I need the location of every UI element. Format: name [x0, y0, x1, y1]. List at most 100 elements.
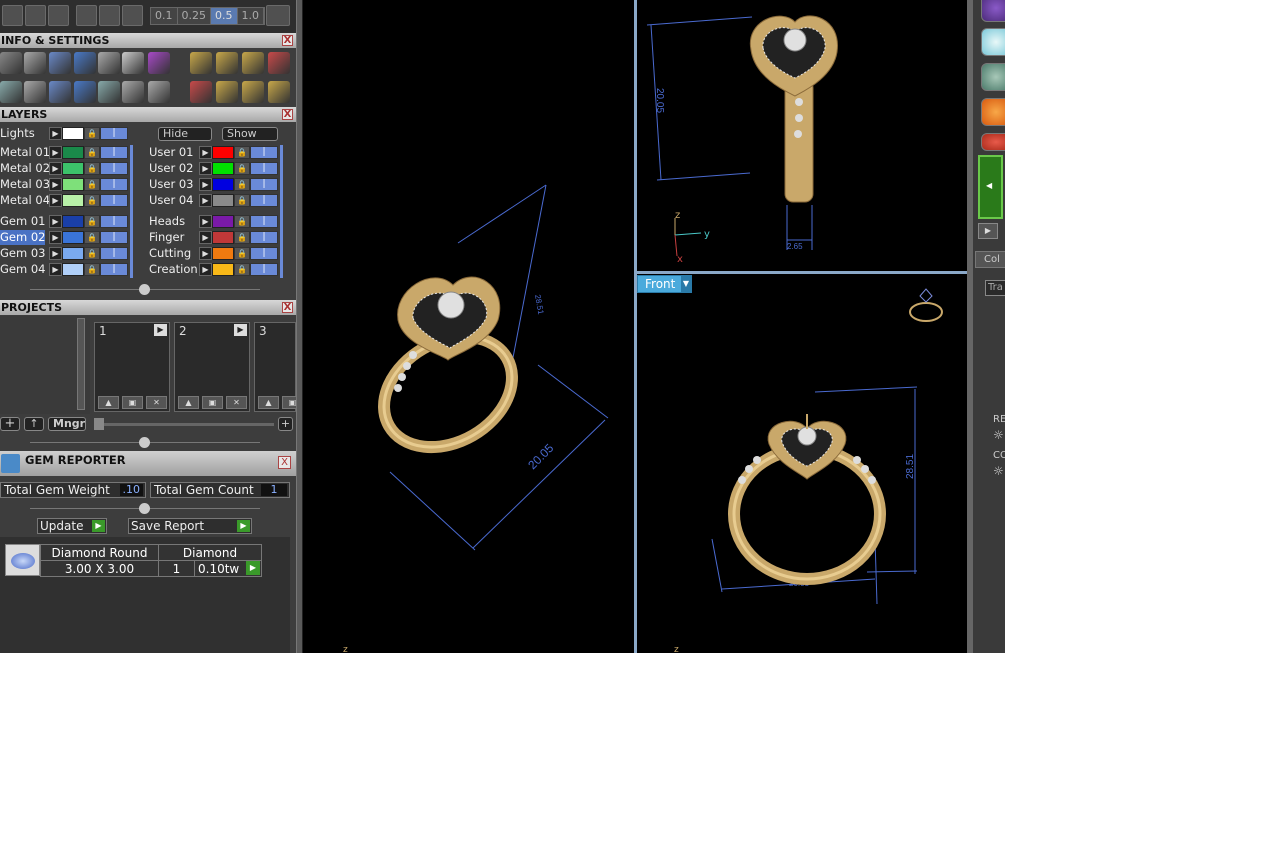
hide-button[interactable]: Hide [158, 127, 212, 141]
lock-icon[interactable]: 🔒 [84, 178, 100, 191]
upload-icon[interactable]: ▲ [258, 396, 279, 409]
visibility-toggle[interactable]: | [250, 162, 278, 175]
material-swatch-orange[interactable] [981, 98, 1005, 126]
layer-color-swatch[interactable] [212, 178, 234, 191]
projects-close-button[interactable]: X [282, 302, 293, 313]
grid-view-icon[interactable] [2, 5, 23, 26]
cube-icon[interactable] [74, 52, 96, 74]
layer-row[interactable]: Metal 01 ▶ 🔒 | [0, 145, 145, 160]
layers-icon[interactable] [49, 52, 71, 74]
pen-tool-icon[interactable] [48, 5, 69, 26]
zoom-0.5[interactable]: 0.5 [211, 8, 238, 24]
visibility-toggle[interactable]: | [100, 231, 128, 244]
expand-arrow-icon[interactable]: ▶ [49, 178, 62, 191]
move-up-button[interactable]: ↑ [24, 417, 44, 431]
snap-icon[interactable] [76, 5, 97, 26]
layer-row[interactable]: Finger ▶ 🔒 | [149, 230, 294, 245]
collapse-handle-icon[interactable] [139, 437, 150, 448]
projects-slider[interactable] [94, 423, 274, 426]
gem-icon[interactable] [148, 52, 170, 74]
play-arrow-icon[interactable]: ▶ [978, 223, 998, 239]
filter-icon[interactable] [98, 81, 120, 103]
layer-color-swatch[interactable] [62, 231, 84, 244]
play-arrow-icon[interactable]: ▶ [234, 324, 247, 336]
layer-row[interactable]: Heads ▶ 🔒 | [149, 214, 294, 229]
layer-color-swatch[interactable] [212, 194, 234, 207]
chevron-down-icon[interactable]: ▼ [681, 276, 691, 292]
add-project-button[interactable]: + [0, 417, 20, 431]
upload-icon[interactable]: ▲ [178, 396, 199, 409]
layer-row[interactable]: User 02 ▶ 🔒 | [149, 161, 294, 176]
visibility-toggle[interactable]: | [250, 194, 278, 207]
layer-row[interactable]: User 03 ▶ 🔒 | [149, 177, 294, 192]
monitor-icon[interactable] [24, 81, 46, 103]
lock-icon[interactable]: 🔒 [84, 263, 100, 276]
visibility-toggle[interactable]: | [100, 162, 128, 175]
tra-field[interactable]: Tra [985, 280, 1005, 296]
layer-color-swatch[interactable] [212, 215, 234, 228]
expand-arrow-icon[interactable]: ▶ [49, 247, 62, 260]
expand-arrow-icon[interactable]: ▶ [199, 215, 212, 228]
zoom-0.25[interactable]: 0.25 [177, 8, 211, 24]
expand-arrow-icon[interactable]: ▶ [199, 178, 212, 191]
update-button[interactable]: Update ▶ [37, 518, 107, 534]
lock-icon[interactable]: 🔒 [234, 247, 250, 260]
sun-icon[interactable]: ☼ [993, 464, 1004, 478]
expand-arrow-icon[interactable]: ▶ [199, 194, 212, 207]
lock-icon[interactable]: 🔒 [84, 194, 100, 207]
show-button[interactable]: Show [222, 127, 278, 141]
visibility-toggle[interactable]: | [250, 215, 278, 228]
front-viewport[interactable]: Front ▼ 28.51 20.05 z [637, 274, 967, 653]
visibility-toggle[interactable]: | [250, 178, 278, 191]
expand-panel-button[interactable]: ◀ [978, 155, 1003, 219]
material-swatch-diamond[interactable] [981, 28, 1005, 56]
lock-icon[interactable]: 🔒 [234, 162, 250, 175]
layer-row[interactable]: Gem 04 ▶ 🔒 | [0, 262, 145, 277]
collapse-handle-icon[interactable] [139, 284, 150, 295]
lights-swatch[interactable] [62, 127, 84, 140]
transform-icon[interactable] [190, 81, 212, 103]
visibility-toggle[interactable]: | [100, 215, 128, 228]
layer-color-swatch[interactable] [212, 162, 234, 175]
zoom-0.1[interactable]: 0.1 [151, 8, 178, 24]
cube-view-icon[interactable] [25, 5, 46, 26]
expand-arrow-icon[interactable]: ▶ [49, 215, 62, 228]
projects-slider-thumb[interactable] [94, 418, 104, 430]
zoom-plus-button[interactable]: + [278, 417, 293, 431]
visibility-toggle[interactable]: | [100, 178, 128, 191]
lock-icon[interactable]: 🔒 [234, 231, 250, 244]
visibility-toggle[interactable]: | [100, 247, 128, 260]
collapse-handle-icon[interactable] [139, 503, 150, 514]
frame-icon[interactable] [216, 52, 238, 74]
expand-arrow-icon[interactable]: ▶ [49, 231, 62, 244]
expand-arrow-icon[interactable]: ▶ [49, 162, 62, 175]
ring-model-perspective[interactable] [364, 276, 532, 469]
search-icon[interactable] [24, 52, 46, 74]
lock-icon[interactable]: 🔒 [84, 162, 100, 175]
lock-icon[interactable]: 🔒 [234, 263, 250, 276]
layer-color-swatch[interactable] [212, 247, 234, 260]
frame-icon[interactable] [242, 52, 264, 74]
panel-separator[interactable] [296, 0, 303, 653]
play-arrow-icon[interactable]: ▶ [246, 561, 260, 575]
layer-color-swatch[interactable] [62, 247, 84, 260]
layer-color-swatch[interactable] [62, 263, 84, 276]
lock-icon[interactable]: 🔒 [84, 146, 100, 159]
layer-color-swatch[interactable] [62, 194, 84, 207]
layer-row[interactable]: Cutting ▶ 🔒 | [149, 246, 294, 261]
layer-color-swatch[interactable] [62, 162, 84, 175]
expand-arrow-icon[interactable]: ▶ [49, 194, 62, 207]
layer-color-swatch[interactable] [212, 263, 234, 276]
layer-color-swatch[interactable] [62, 178, 84, 191]
box-icon[interactable] [49, 81, 71, 103]
layer-row[interactable]: Metal 03 ▶ 🔒 | [0, 177, 145, 192]
manager-button[interactable]: Mngr [48, 417, 86, 431]
expand-arrow-icon[interactable]: ▶ [49, 263, 62, 276]
visibility-toggle[interactable]: | [100, 127, 128, 140]
layer-row[interactable]: Gem 01 ▶ 🔒 | [0, 214, 145, 229]
layer-row[interactable]: Metal 02 ▶ 🔒 | [0, 161, 145, 176]
lock-icon[interactable]: 🔒 [234, 178, 250, 191]
play-arrow-icon[interactable]: ▶ [154, 324, 167, 336]
layer-row[interactable]: User 04 ▶ 🔒 | [149, 193, 294, 208]
project-slot-2[interactable]: 2 ▶ ▲ ▣ ✕ [174, 322, 250, 412]
